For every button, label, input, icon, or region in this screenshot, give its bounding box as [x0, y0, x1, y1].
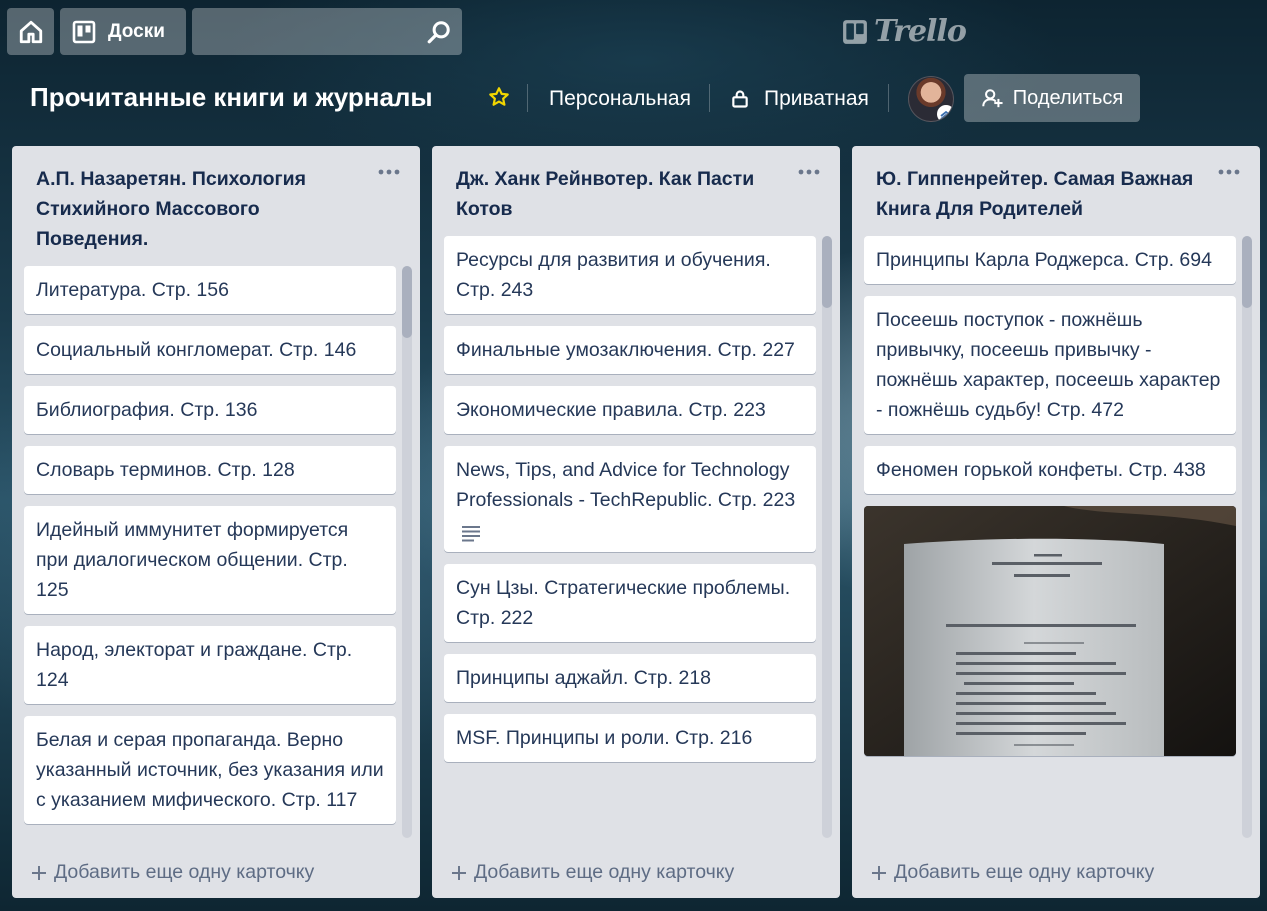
- admin-badge-icon: [937, 105, 953, 121]
- add-card-button[interactable]: Добавить еще одну карточку: [870, 861, 1154, 884]
- scroll-thumb[interactable]: [402, 266, 412, 338]
- more-icon: [1218, 169, 1240, 175]
- card[interactable]: Принципы аджайл. Стр. 218: [444, 654, 816, 702]
- add-member-icon: [982, 89, 1003, 108]
- card[interactable]: Социальный конгломерат. Стр. 146: [24, 326, 396, 374]
- star-button[interactable]: [488, 86, 510, 113]
- card[interactable]: Литература. Стр. 156: [24, 266, 396, 314]
- list-title[interactable]: Ю. Гиппенрейтер. Самая Важная Книга Для …: [876, 164, 1196, 224]
- card-list: Ресурсы для развития и обучения. Стр. 24…: [444, 236, 816, 844]
- add-card-label: Добавить еще одну карточку: [54, 861, 315, 883]
- trello-logo-icon: [843, 19, 867, 44]
- card[interactable]: MSF. Принципы и роли. Стр. 216: [444, 714, 816, 762]
- team-button[interactable]: Персональная: [549, 87, 691, 111]
- home-button[interactable]: [7, 8, 54, 55]
- card-list: Литература. Стр. 156 Социальный конгломе…: [24, 266, 396, 844]
- share-button[interactable]: Поделиться: [964, 74, 1140, 122]
- search-icon[interactable]: [426, 19, 452, 45]
- list-menu-button[interactable]: [798, 164, 820, 182]
- card-list: Принципы Карла Роджерса. Стр. 694 Посееш…: [864, 236, 1236, 844]
- list-scrollbar[interactable]: [822, 236, 832, 838]
- plus-icon: [872, 865, 886, 880]
- header-divider: [888, 84, 889, 112]
- list: Ю. Гиппенрейтер. Самая Важная Книга Для …: [852, 146, 1260, 898]
- card[interactable]: Экономические правила. Стр. 223: [444, 386, 816, 434]
- card-cover-image: [864, 506, 1236, 756]
- card[interactable]: Ресурсы для развития и обучения. Стр. 24…: [444, 236, 816, 314]
- add-card-button[interactable]: Добавить еще одну карточку: [450, 861, 734, 884]
- visibility-label: Приватная: [764, 87, 869, 110]
- scroll-thumb[interactable]: [822, 236, 832, 308]
- header-divider: [527, 84, 528, 112]
- list: А.П. Назаретян. Психология Стихийного Ма…: [12, 146, 420, 898]
- card[interactable]: Феномен горькой конфеты. Стр. 438: [864, 446, 1236, 494]
- star-icon: [489, 87, 509, 106]
- home-icon: [19, 20, 42, 43]
- trello-logo[interactable]: Trello: [842, 14, 967, 49]
- board-icon: [72, 20, 96, 43]
- card[interactable]: Принципы Карла Роджерса. Стр. 694: [864, 236, 1236, 284]
- list-scrollbar[interactable]: [1242, 236, 1252, 838]
- search-box[interactable]: [192, 8, 462, 55]
- list-menu-button[interactable]: [378, 164, 400, 182]
- card[interactable]: Финальные умозаключения. Стр. 227: [444, 326, 816, 374]
- card[interactable]: Народ, электорат и граждане. Стр. 124: [24, 626, 396, 704]
- more-icon: [378, 169, 400, 175]
- card-title: News, Tips, and Advice for Technology Pr…: [456, 459, 796, 511]
- list-title[interactable]: Дж. Ханк Рейнвотер. Как Пасти Котов: [456, 164, 776, 224]
- search-input[interactable]: [202, 16, 426, 49]
- trello-logo-text: Trello: [874, 14, 967, 49]
- list: Дж. Ханк Рейнвотер. Как Пасти Котов Ресу…: [432, 146, 840, 898]
- header-divider: [709, 84, 710, 112]
- share-label: Поделиться: [1012, 86, 1124, 109]
- list-title[interactable]: А.П. Назаретян. Психология Стихийного Ма…: [36, 164, 356, 254]
- boards-label: Доски: [108, 20, 165, 42]
- card[interactable]: Сун Цзы. Стратегические проблемы. Стр. 2…: [444, 564, 816, 642]
- plus-icon: [32, 865, 46, 880]
- member-avatar[interactable]: [908, 76, 954, 122]
- add-card-button[interactable]: Добавить еще одну карточку: [30, 861, 314, 884]
- card[interactable]: Словарь терминов. Стр. 128: [24, 446, 396, 494]
- list-scrollbar[interactable]: [402, 266, 412, 838]
- add-card-label: Добавить еще одну карточку: [894, 861, 1155, 883]
- card[interactable]: Библиография. Стр. 136: [24, 386, 396, 434]
- add-card-label: Добавить еще одну карточку: [474, 861, 735, 883]
- visibility-button[interactable]: Приватная: [730, 87, 869, 111]
- scroll-thumb[interactable]: [1242, 236, 1252, 308]
- top-nav: Доски Trello: [0, 0, 1267, 62]
- image-card[interactable]: [864, 506, 1236, 756]
- card[interactable]: Белая и серая пропаганда. Верно указанны…: [24, 716, 396, 824]
- board-header: Прочитанные книги и журналы Персональная…: [0, 62, 1267, 138]
- more-icon: [798, 169, 820, 175]
- board-title[interactable]: Прочитанные книги и журналы: [30, 82, 433, 113]
- card[interactable]: Идейный иммунитет формируется при диалог…: [24, 506, 396, 614]
- boards-button[interactable]: Доски: [60, 8, 186, 55]
- lock-icon: [732, 90, 748, 108]
- card-with-description[interactable]: News, Tips, and Advice for Technology Pr…: [444, 446, 816, 552]
- list-menu-button[interactable]: [1218, 164, 1240, 182]
- description-icon: [462, 521, 804, 543]
- card[interactable]: Посеешь поступок - пожнёшь привычку, пос…: [864, 296, 1236, 434]
- plus-icon: [452, 865, 466, 880]
